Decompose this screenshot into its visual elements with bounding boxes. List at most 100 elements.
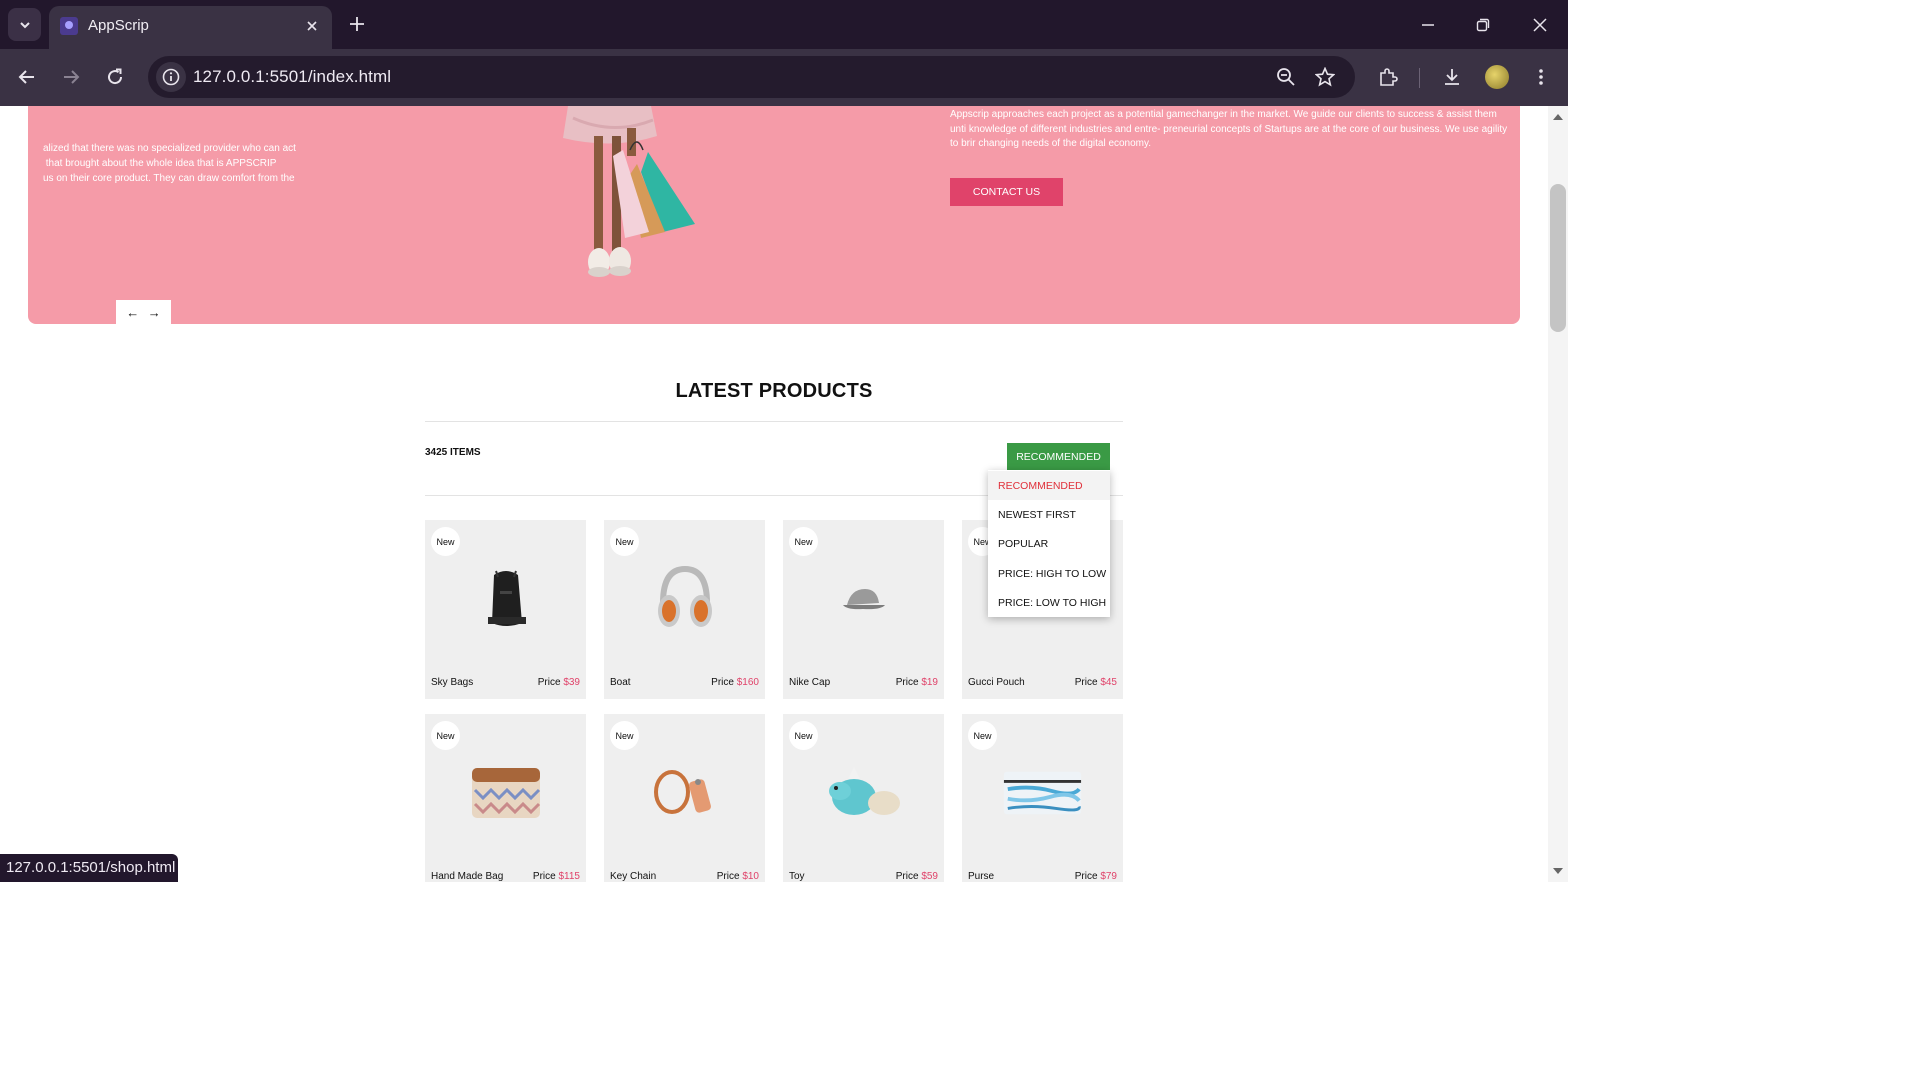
sort-dropdown-menu: RECOMMENDED NEWEST FIRST POPULAR PRICE: …	[988, 470, 1110, 617]
product-price: Price $115	[533, 871, 580, 882]
new-badge: New	[610, 721, 639, 750]
product-image	[823, 752, 904, 834]
section-title: LATEST PRODUCTS	[675, 380, 873, 402]
arrow-left-icon	[18, 70, 34, 84]
new-badge: New	[968, 721, 997, 750]
restore-button[interactable]	[1468, 10, 1498, 40]
bookmark-button[interactable]	[1310, 62, 1340, 92]
product-image	[465, 752, 546, 834]
scroll-down-arrow-icon[interactable]	[1553, 868, 1563, 874]
product-card[interactable]: New Hand Made Bag Price $115	[425, 714, 586, 882]
tab-close-button[interactable]	[301, 15, 323, 37]
sort-option-price-low-to-high[interactable]: PRICE: LOW TO HIGH	[988, 588, 1110, 617]
product-image	[465, 558, 546, 640]
browser-tab[interactable]: AppScrip	[49, 6, 332, 49]
reload-button[interactable]	[100, 62, 130, 92]
slider-next-button[interactable]: →	[148, 305, 161, 320]
toy-icon	[828, 767, 900, 815]
product-card[interactable]: New Sky Bags Price $39	[425, 520, 586, 699]
site-favicon-icon	[60, 17, 78, 35]
chevron-down-icon	[19, 21, 30, 28]
product-price: Price $45	[1075, 677, 1117, 688]
toolbar-divider	[1419, 68, 1420, 88]
reload-icon	[108, 68, 123, 85]
product-price: Price $19	[896, 677, 938, 688]
product-card[interactable]: New Boat Price $160	[604, 520, 765, 699]
tab-search-button[interactable]	[8, 8, 41, 41]
arrow-right-icon	[64, 70, 80, 84]
browser-tab-bar: AppScrip	[0, 0, 1568, 49]
sort-option-recommended[interactable]: RECOMMENDED	[988, 471, 1110, 501]
price-prefix: Price	[711, 677, 734, 688]
key-chain-icon	[653, 770, 711, 814]
product-name: Key Chain	[610, 871, 657, 882]
product-image	[823, 558, 904, 640]
page-scrollbar[interactable]	[1548, 106, 1568, 882]
price-prefix: Price	[1074, 871, 1098, 882]
address-bar[interactable]: 127.0.0.1:5501/index.html	[148, 56, 1355, 98]
product-name: Purse	[968, 871, 995, 882]
product-name: Gucci Pouch	[968, 677, 1025, 688]
scroll-up-arrow-icon[interactable]	[1553, 114, 1563, 120]
new-badge: New	[789, 721, 818, 750]
browser-menu-button[interactable]	[1526, 62, 1556, 92]
sort-option-popular[interactable]: POPULAR	[988, 530, 1110, 559]
price-prefix: Price	[895, 871, 919, 882]
link-status-bubble: 127.0.0.1:5501/shop.html	[0, 854, 178, 882]
headphones-icon	[657, 565, 712, 627]
info-icon	[162, 68, 180, 86]
handbag-icon	[471, 768, 540, 818]
zoom-button[interactable]	[1271, 62, 1301, 92]
puzzle-icon	[1380, 68, 1398, 86]
product-name: Toy	[789, 871, 805, 882]
product-card[interactable]: New Toy Price $59	[783, 714, 944, 882]
new-badge: New	[431, 527, 460, 556]
extensions-button[interactable]	[1373, 62, 1403, 92]
price-prefix: Price	[1074, 677, 1098, 688]
product-image	[1002, 752, 1083, 834]
plus-icon	[350, 17, 364, 31]
hero-left-text: alized that there was no specialized pro…	[43, 143, 296, 184]
contact-us-button[interactable]: CONTACT US	[950, 178, 1063, 206]
sort-option-price-high-to-low[interactable]: PRICE: HIGH TO LOW	[988, 559, 1110, 588]
window-close-button[interactable]	[1525, 10, 1555, 40]
profile-avatar[interactable]	[1485, 65, 1509, 89]
product-card[interactable]: New Purse Price $79	[962, 714, 1123, 882]
price-amount: $79	[1100, 871, 1117, 882]
items-count: 3425 ITEMS	[425, 447, 481, 458]
forward-button[interactable]	[56, 62, 86, 92]
new-badge: New	[431, 721, 460, 750]
product-name: Hand Made Bag	[431, 871, 504, 882]
new-badge: New	[610, 527, 639, 556]
close-icon	[307, 21, 317, 31]
more-vert-icon	[1539, 69, 1543, 85]
slider-prev-button[interactable]: ←	[126, 305, 139, 320]
product-card[interactable]: New Key Chain Price $10	[604, 714, 765, 882]
product-name: Nike Cap	[789, 677, 831, 688]
price-amount: $19	[921, 677, 938, 688]
scroll-thumb[interactable]	[1550, 184, 1566, 332]
sort-option-newest-first[interactable]: NEWEST FIRST	[988, 500, 1110, 529]
product-price: Price $10	[717, 871, 759, 882]
hero-slider-controls: ← →	[116, 300, 171, 324]
product-image	[644, 558, 725, 640]
price-amount: $59	[921, 871, 938, 882]
new-tab-button[interactable]	[343, 10, 371, 38]
price-prefix: Price	[895, 677, 919, 688]
purse-icon	[1003, 771, 1082, 815]
price-amount: $45	[1100, 677, 1117, 688]
hero-right-text: Appscrip approaches each project as a po…	[950, 109, 1508, 150]
minimize-button[interactable]	[1413, 10, 1443, 40]
product-price: Price $39	[538, 677, 580, 688]
sort-dropdown-button[interactable]: RECOMMENDED	[1007, 443, 1110, 470]
product-image	[644, 752, 725, 834]
product-card[interactable]: New Nike Cap Price $19	[783, 520, 944, 699]
price-amount: $160	[736, 677, 759, 688]
product-price: Price $79	[1075, 871, 1117, 882]
product-price: Price $160	[711, 677, 759, 688]
zoom-out-icon	[1277, 68, 1295, 86]
back-button[interactable]	[12, 62, 42, 92]
close-icon	[1533, 18, 1547, 32]
site-info-button[interactable]	[156, 62, 186, 92]
downloads-button[interactable]	[1437, 62, 1467, 92]
